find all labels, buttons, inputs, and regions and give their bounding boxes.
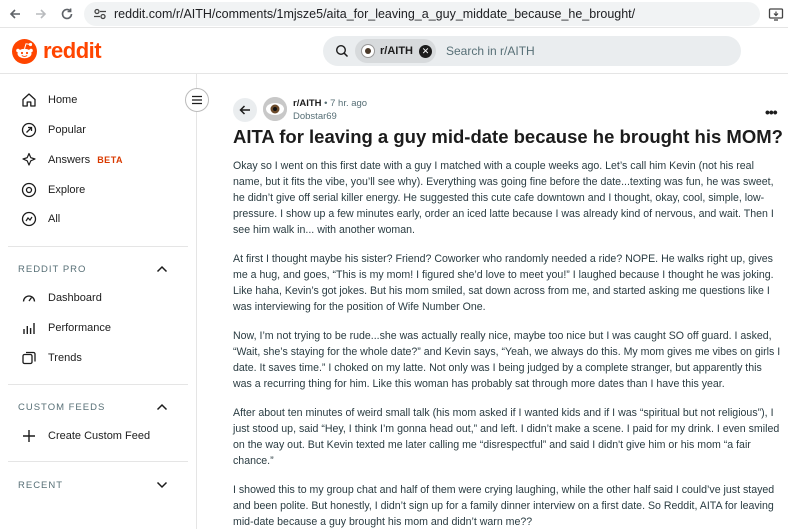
sidebar-item-label: Trends xyxy=(48,352,82,364)
screen-cast-icon[interactable] xyxy=(768,6,784,22)
search-scope-label: r/AITH xyxy=(380,45,413,57)
search-scope-chip[interactable]: r/AITH ✕ xyxy=(355,39,436,63)
search-input[interactable]: Search in r/AITH xyxy=(446,44,535,58)
arrow-left-icon xyxy=(239,105,250,115)
address-bar[interactable]: reddit.com/r/AITH/comments/1mjsze5/aita_… xyxy=(84,2,760,26)
site-settings-icon[interactable] xyxy=(92,6,108,22)
popular-icon xyxy=(20,121,38,139)
explore-icon xyxy=(20,181,38,199)
reddit-snoo-icon xyxy=(12,38,37,64)
post-paragraph: I showed this to my group chat and half … xyxy=(233,484,775,528)
sidebar-item-trends[interactable]: Trends xyxy=(20,347,82,369)
reddit-wordmark: reddit xyxy=(43,38,102,63)
sidebar-divider xyxy=(8,461,188,462)
browser-toolbar: reddit.com/r/AITH/comments/1mjsze5/aita_… xyxy=(0,0,788,28)
post-time: 7 hr. ago xyxy=(330,98,368,109)
sidebar-item-answers[interactable]: Answers BETA xyxy=(20,149,123,171)
beta-badge: BETA xyxy=(97,155,124,165)
sidebar-item-label: Performance xyxy=(48,322,111,334)
browser-forward-icon[interactable] xyxy=(28,0,54,28)
sidebar-item-home[interactable]: Home xyxy=(20,89,77,111)
section-heading: CUSTOM FEEDS xyxy=(18,401,106,413)
create-custom-feed-button[interactable]: Create Custom Feed xyxy=(20,425,150,447)
sidebar-divider xyxy=(8,384,188,385)
sidebar-item-dashboard[interactable]: Dashboard xyxy=(20,287,102,309)
post-paragraph: After about ten minutes of weird small t… xyxy=(233,407,780,467)
section-heading: REDDIT PRO xyxy=(18,263,87,275)
reddit-header: reddit r/AITH ✕ Search in r/AITH xyxy=(0,28,788,74)
sidebar-item-performance[interactable]: Performance xyxy=(20,317,111,339)
create-custom-feed-label: Create Custom Feed xyxy=(48,430,151,442)
post-meta: r/AITH • 7 hr. ago Dobstar69 xyxy=(293,98,367,122)
sidebar-item-label: Popular xyxy=(48,124,86,136)
sidebar-item-label: Explore xyxy=(48,184,86,196)
meta-separator: • xyxy=(324,98,328,109)
sidebar-item-label: Home xyxy=(48,94,78,106)
custom-feeds-section-header[interactable]: CUSTOM FEEDS xyxy=(18,397,168,417)
plus-icon xyxy=(20,427,38,445)
more-options-icon[interactable]: ••• xyxy=(765,104,778,120)
browser-reload-icon[interactable] xyxy=(54,0,80,28)
sidebar-item-all[interactable]: All xyxy=(20,208,60,230)
sidebar-menu-icon[interactable] xyxy=(185,88,209,112)
answers-icon xyxy=(20,151,38,169)
sidebar-item-label: Dashboard xyxy=(48,292,102,304)
trends-icon xyxy=(20,349,38,367)
browser-back-icon[interactable] xyxy=(2,0,28,28)
sidebar-item-popular[interactable]: Popular xyxy=(20,119,86,141)
subreddit-avatar[interactable] xyxy=(263,97,287,121)
chevron-up-icon[interactable] xyxy=(156,260,168,278)
home-icon xyxy=(20,91,38,109)
performance-icon xyxy=(20,319,38,337)
remove-scope-icon[interactable]: ✕ xyxy=(419,44,432,58)
post-paragraph: Okay so I went on this first date with a… xyxy=(233,160,774,236)
post-body: Okay so I went on this first date with a… xyxy=(233,158,781,529)
recent-section-header[interactable]: RECENT xyxy=(18,475,168,495)
url-text: reddit.com/r/AITH/comments/1mjsze5/aita_… xyxy=(114,7,636,21)
chevron-up-icon[interactable] xyxy=(156,398,168,416)
post-paragraph: At first I thought maybe his sister? Fri… xyxy=(233,253,774,313)
post-paragraph: Now, I’m not trying to be rude...she was… xyxy=(233,330,781,390)
chevron-down-icon[interactable] xyxy=(156,476,168,494)
section-heading: RECENT xyxy=(18,479,64,491)
reddit-logo[interactable]: reddit xyxy=(12,38,102,64)
sidebar-item-label: All xyxy=(48,213,61,225)
reddit-pro-section-header[interactable]: REDDIT PRO xyxy=(18,259,168,279)
all-icon xyxy=(20,210,38,228)
dashboard-icon xyxy=(20,289,38,307)
sidebar-item-label: Answers xyxy=(48,154,91,166)
left-sidebar: Home Popular Answers BETA Explore All RE… xyxy=(0,74,197,529)
sidebar-divider xyxy=(8,246,188,247)
author-link[interactable]: Dobstar69 xyxy=(293,111,367,122)
subreddit-link[interactable]: r/AITH xyxy=(293,98,322,109)
search-icon xyxy=(335,44,349,63)
post-title: AITA for leaving a guy mid-date because … xyxy=(233,126,783,147)
subreddit-avatar-icon xyxy=(361,44,375,58)
back-button[interactable] xyxy=(233,98,257,122)
search-bar[interactable]: r/AITH ✕ Search in r/AITH xyxy=(323,36,741,66)
sidebar-item-explore[interactable]: Explore xyxy=(20,179,85,201)
